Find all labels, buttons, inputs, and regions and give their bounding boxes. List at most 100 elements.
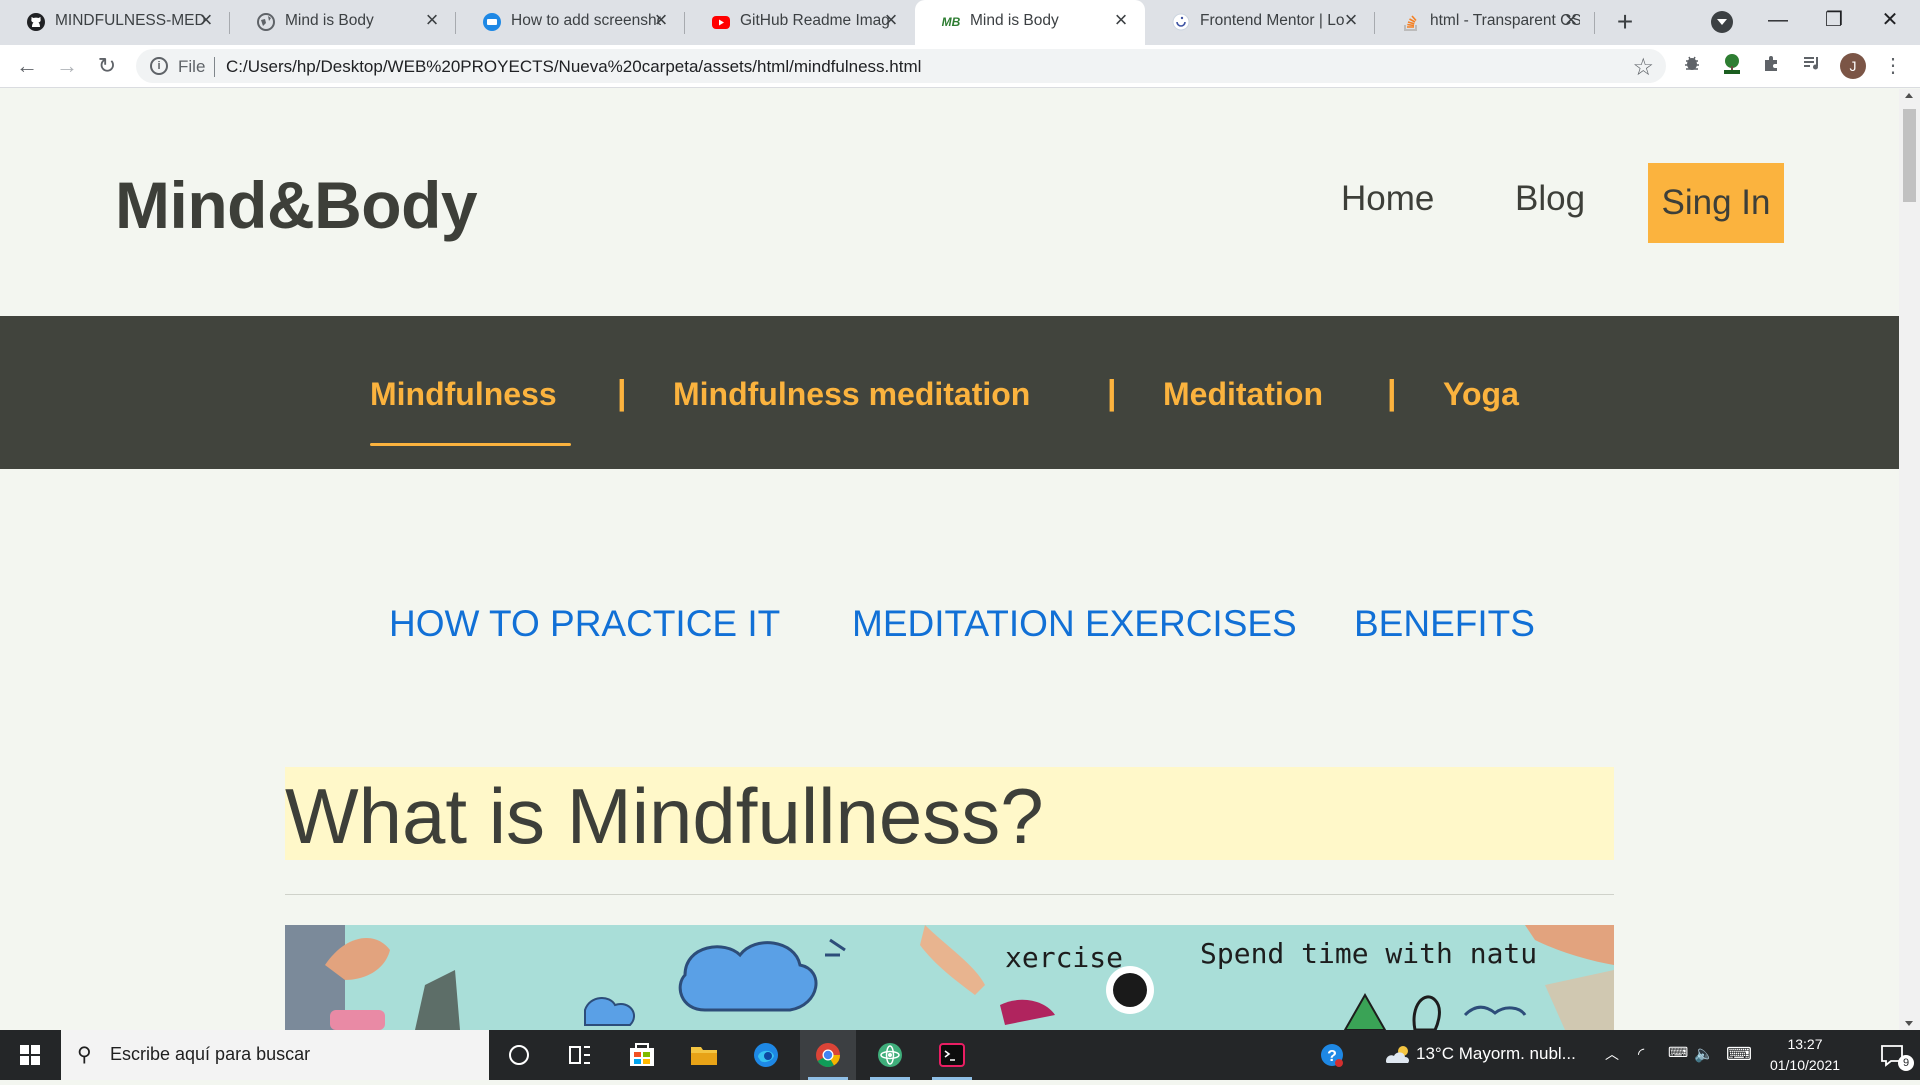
network-icon[interactable]: ◜ [1638,1044,1644,1064]
site-logo[interactable]: Mind&Body [115,167,478,243]
tab-strip: MINDFULNESS-MEDIT × Mind is Body × How t… [0,0,1920,45]
youtube-icon [711,12,731,32]
stackoverflow-icon [1401,12,1421,32]
address-bar[interactable]: i File C:/Users/hp/Desktop/WEB%20PROYECT… [136,49,1666,83]
banner-exercise-text: xercise [1005,941,1123,974]
browser-toolbar: ← → ↻ i File C:/Users/hp/Desktop/WEB%20P… [0,45,1920,88]
close-icon[interactable]: × [1341,9,1361,31]
category-separator: | [617,374,627,412]
site-header: Mind&Body Home Blog Sing In [0,89,1899,316]
windows-start-icon[interactable] [20,1045,40,1065]
omnibox-divider [214,57,215,77]
close-icon[interactable]: × [422,9,442,31]
forward-icon[interactable]: → [50,49,84,83]
nav-home-link[interactable]: Home [1341,179,1434,219]
nav-blog-link[interactable]: Blog [1515,179,1585,219]
media-queue-icon[interactable] [1799,53,1825,79]
category-separator: | [1107,374,1117,412]
back-icon[interactable]: ← [10,49,44,83]
new-tab-button[interactable]: + [1610,7,1640,37]
help-icon[interactable]: ? [1304,1030,1360,1080]
clock-time: 13:27 [1787,1036,1823,1052]
cortana-icon[interactable] [491,1030,547,1080]
browser-tab[interactable]: Mind is Body × [230,0,456,45]
section-link-meditation-exercises[interactable]: MEDITATION EXERCISES [852,603,1297,645]
category-bar: Mindfulness | Mindfulness meditation | M… [0,316,1899,469]
volume-icon[interactable]: 🔈 [1694,1044,1714,1064]
scheme-label: File [178,57,206,76]
notification-count-badge: 9 [1898,1055,1914,1071]
globe-icon [256,12,276,32]
close-icon[interactable]: × [1111,9,1131,31]
category-meditation[interactable]: Meditation [1163,376,1323,413]
mindfulness-illustration: xercise Spend time with natu [285,925,1614,1030]
menu-kebab-icon[interactable]: ⋮ [1880,53,1906,79]
clock[interactable]: 13:27 01/10/2021 [1760,1034,1850,1076]
tab-divider [1594,12,1595,34]
close-icon[interactable]: × [881,9,901,31]
mb-logo-icon: MB [941,15,961,29]
sign-in-button[interactable]: Sing In [1648,163,1784,243]
tab-title: Mind is Body [285,12,374,29]
scroll-thumb[interactable] [1903,109,1916,202]
browser-tab[interactable]: Frontend Mentor | Lo × [1145,0,1375,45]
extensions-puzzle-icon[interactable] [1759,53,1785,79]
active-category-underline [370,443,571,446]
category-mindfulness-meditation[interactable]: Mindfulness meditation [673,376,1030,413]
keyboard-lang-icon[interactable]: ⌨ [1668,1044,1688,1061]
microsoft-store-icon[interactable] [614,1030,670,1080]
task-view-icon[interactable] [552,1030,608,1080]
chrome-icon[interactable] [800,1030,856,1080]
search-icon: ⚲ [77,1044,92,1066]
section-link-benefits[interactable]: BENEFITS [1354,603,1535,645]
tab-title: How to add screensho [511,12,661,29]
tab-title: GitHub Readme Image [740,12,890,29]
taskbar-search[interactable]: ⚲ Escribe aquí para buscar [61,1030,489,1080]
profile-avatar[interactable]: J [1840,53,1866,79]
windows-taskbar: ⚲ Escribe aquí para buscar ? 13°C Mayorm… [0,1030,1920,1080]
site-icon [482,12,502,32]
chevron-up-icon[interactable]: ︿ [1605,1044,1619,1064]
bookmark-star-icon[interactable]: ☆ [1632,53,1654,82]
browser-tab-active[interactable]: MB Mind is Body × [915,0,1145,45]
divider [285,894,1614,895]
scroll-up-icon[interactable] [1905,93,1913,98]
clock-date: 01/10/2021 [1769,1057,1841,1073]
scroll-down-icon[interactable] [1905,1021,1913,1026]
atom-icon[interactable] [862,1030,918,1080]
bug-extension-icon[interactable] [1679,53,1705,79]
tab-search-icon[interactable] [1711,11,1733,33]
category-separator: | [1387,374,1397,412]
browser-tab[interactable]: GitHub Readme Image × [685,0,915,45]
section-link-how-to-practice[interactable]: HOW TO PRACTICE IT [389,603,780,645]
page-scrollbar[interactable] [1899,89,1920,1030]
category-yoga[interactable]: Yoga [1443,376,1519,413]
search-placeholder: Escribe aquí para buscar [110,1044,311,1064]
browser-tab[interactable]: html - Transparent CS × [1375,0,1595,45]
close-icon[interactable]: × [196,9,216,31]
github-icon [26,12,46,32]
minimize-icon[interactable]: — [1750,0,1806,45]
close-icon[interactable]: × [651,9,671,31]
file-explorer-icon[interactable] [676,1030,732,1080]
edge-icon[interactable] [738,1030,794,1080]
weather-text[interactable]: 13°C Mayorm. nubl... [1416,1044,1576,1064]
close-icon[interactable]: × [1561,9,1581,31]
tab-title: Frontend Mentor | Lo [1200,12,1345,29]
close-window-icon[interactable]: ✕ [1862,0,1918,45]
page-viewport: Mind&Body Home Blog Sing In Mindfulness … [0,89,1899,1030]
touch-keyboard-icon[interactable]: ⌨ [1726,1044,1752,1065]
url-text[interactable]: C:/Users/hp/Desktop/WEB%20PROYECTS/Nueva… [226,57,921,77]
tab-title: html - Transparent CS [1430,12,1580,29]
html-tree-extension-icon[interactable] [1719,53,1745,79]
frontend-mentor-icon [1171,12,1191,32]
browser-tab[interactable]: MINDFULNESS-MEDIT × [0,0,230,45]
browser-tab[interactable]: How to add screensho × [456,0,685,45]
banner-nature-text: Spend time with natu [1200,937,1537,970]
category-mindfulness[interactable]: Mindfulness [370,376,557,413]
reload-icon[interactable]: ↻ [90,49,124,83]
restore-icon[interactable]: ❐ [1806,0,1862,45]
terminal-icon[interactable] [924,1030,980,1080]
info-icon[interactable]: i [150,57,168,75]
notification-icon[interactable]: 9 [1864,1030,1920,1080]
